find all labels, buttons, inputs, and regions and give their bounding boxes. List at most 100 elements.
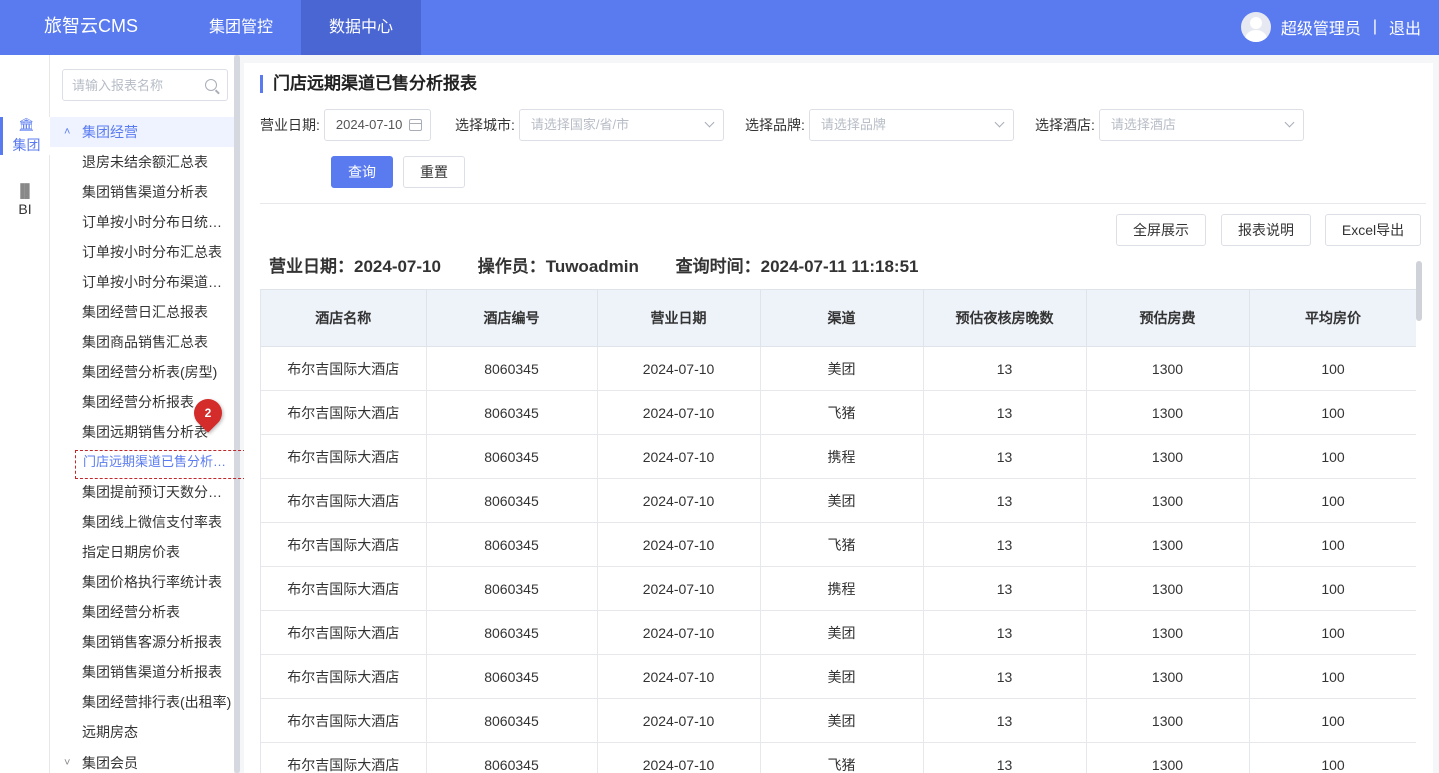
- excel-export-button[interactable]: Excel导出: [1325, 214, 1421, 246]
- sidebar-item[interactable]: 指定日期房价表: [50, 537, 234, 567]
- table-cell: 100: [1249, 522, 1416, 567]
- info-query-time: 查询时间：2024-07-11 11:18:51: [675, 257, 919, 276]
- avatar[interactable]: [1240, 12, 1271, 42]
- table-row[interactable]: 布尔吉国际大酒店 8060345 2024-07-10 美团 13 1300 100: [261, 346, 1416, 391]
- city-select[interactable]: 请选择国家/省/市: [518, 109, 724, 141]
- sidebar-item[interactable]: 集团销售渠道分析表: [50, 177, 234, 207]
- sidebar-item[interactable]: 集团商品销售汇总表: [50, 327, 234, 357]
- brand-label: 选择品牌:: [745, 117, 805, 133]
- table-row[interactable]: 布尔吉国际大酒店 8060345 2024-07-10 携程 13 1300 100: [261, 566, 1416, 611]
- page-title: 门店远期渠道已售分析报表: [260, 75, 477, 93]
- table-cell: 1300: [1086, 346, 1250, 391]
- table-cell: 1300: [1086, 698, 1250, 743]
- info-date: 营业日期：2024-07-10: [269, 257, 441, 276]
- table-cell: 2024-07-10: [597, 390, 761, 435]
- search-icon[interactable]: [205, 79, 217, 91]
- hotel-select[interactable]: 请选择酒店: [1098, 109, 1304, 141]
- sidebar-item[interactable]: 集团销售客源分析报表: [50, 627, 234, 657]
- group-member[interactable]: ˅ 集团会员: [50, 748, 234, 773]
- brand-logo[interactable]: 旅智云CMS: [44, 15, 138, 37]
- main-panel: 门店远期渠道已售分析报表 营业日期: 2024-07-10 选择城市: 请选择国…: [244, 63, 1433, 773]
- table-cell: 美团: [760, 478, 924, 523]
- city-placeholder: 请选择国家/省/市: [530, 117, 630, 132]
- table-row[interactable]: 布尔吉国际大酒店 8060345 2024-07-10 飞猪 13 1300 100: [261, 522, 1416, 567]
- table-row[interactable]: 布尔吉国际大酒店 8060345 2024-07-10 携程 13 1300 100: [261, 434, 1416, 479]
- column-header[interactable]: 酒店编号: [426, 289, 598, 347]
- table-row[interactable]: 布尔吉国际大酒店 8060345 2024-07-10 美团 13 1300 100: [261, 478, 1416, 523]
- table-cell: 100: [1249, 346, 1416, 391]
- fullscreen-button[interactable]: 全屏展示: [1116, 214, 1206, 246]
- table-cell: 1300: [1086, 434, 1250, 479]
- sidebar-item[interactable]: 订单按小时分布日统计表: [50, 207, 234, 237]
- date-filter: 营业日期: 2024-07-10: [260, 109, 431, 141]
- rail-item-bi[interactable]: ▐▌ BI: [0, 183, 50, 217]
- sidebar-scrollbar[interactable]: [234, 55, 240, 773]
- sidebar-item[interactable]: 集团线上微信支付率表: [50, 507, 234, 537]
- logout-link[interactable]: 退出: [1389, 15, 1421, 39]
- table-cell: 布尔吉国际大酒店: [261, 478, 427, 523]
- highlight-annotation: [75, 450, 246, 479]
- info-operator: 操作员：Tuwoadmin: [477, 257, 639, 276]
- table-cell: 13: [923, 522, 1087, 567]
- table-cell: 1300: [1086, 522, 1250, 567]
- table-cell: 飞猪: [760, 742, 924, 773]
- table-cell: 13: [923, 654, 1087, 699]
- table-cell: 美团: [760, 610, 924, 655]
- sidebar-item[interactable]: 订单按小时分布渠道统计表: [50, 267, 234, 297]
- sidebar-item[interactable]: 集团经营分析表(房型): [50, 357, 234, 387]
- nav-data-center[interactable]: 数据中心: [301, 0, 421, 55]
- table-cell: 13: [923, 698, 1087, 743]
- brand-select[interactable]: 请选择品牌: [808, 109, 1014, 141]
- report-search-input[interactable]: [63, 70, 193, 100]
- divider: [260, 203, 1426, 204]
- table-cell: 2024-07-10: [597, 346, 761, 391]
- sidebar-item[interactable]: 集团提前预订天数分析表: [50, 477, 234, 507]
- table-cell: 100: [1249, 566, 1416, 611]
- table-cell: 2024-07-10: [597, 742, 761, 773]
- column-header[interactable]: 酒店名称: [261, 289, 427, 347]
- table-row[interactable]: 布尔吉国际大酒店 8060345 2024-07-10 飞猪 13 1300 100: [261, 390, 1416, 435]
- date-value: 2024-07-10: [335, 117, 403, 132]
- column-header[interactable]: 渠道: [760, 289, 924, 347]
- scrollbar-thumb[interactable]: [234, 55, 240, 773]
- column-header[interactable]: 平均房价: [1249, 289, 1416, 347]
- table-cell: 100: [1249, 742, 1416, 773]
- table-row[interactable]: 布尔吉国际大酒店 8060345 2024-07-10 美团 13 1300 100: [261, 654, 1416, 699]
- table-cell: 布尔吉国际大酒店: [261, 610, 427, 655]
- user-area: 超级管理员 | 退出: [1240, 12, 1421, 42]
- sidebar-item[interactable]: 远期房态: [50, 717, 234, 747]
- sidebar-item[interactable]: 集团销售渠道分析报表: [50, 657, 234, 687]
- table-cell: 100: [1249, 698, 1416, 743]
- table-cell: 8060345: [426, 654, 598, 699]
- rail-item-label: BI: [18, 201, 32, 217]
- table-cell: 2024-07-10: [597, 654, 761, 699]
- table-row[interactable]: 布尔吉国际大酒店 8060345 2024-07-10 美团 13 1300 100: [261, 610, 1416, 655]
- column-header[interactable]: 营业日期: [597, 289, 761, 347]
- table-row[interactable]: 布尔吉国际大酒店 8060345 2024-07-10 美团 13 1300 100: [261, 698, 1416, 743]
- sidebar-item[interactable]: 集团经营分析表: [50, 597, 234, 627]
- query-button[interactable]: 查询: [331, 156, 393, 188]
- table-row[interactable]: 布尔吉国际大酒店 8060345 2024-07-10 飞猪 13 1300 100: [261, 742, 1416, 773]
- table-cell: 13: [923, 346, 1087, 391]
- column-header[interactable]: 预估房费: [1086, 289, 1250, 347]
- city-filter: 选择城市: 请选择国家/省/市: [455, 109, 724, 141]
- reset-button[interactable]: 重置: [403, 156, 465, 188]
- table-scrollbar[interactable]: [1416, 261, 1422, 321]
- column-header[interactable]: 预估夜核房晚数: [923, 289, 1087, 347]
- module-rail: 🏛︎ 集团 ▐▌ BI: [0, 55, 50, 773]
- sidebar-item[interactable]: 集团经营日汇总报表: [50, 297, 234, 327]
- nav-group-control[interactable]: 集团管控: [181, 0, 301, 55]
- date-picker[interactable]: 2024-07-10: [323, 109, 431, 141]
- user-name[interactable]: 超级管理员: [1281, 15, 1361, 39]
- date-label: 营业日期:: [260, 117, 320, 133]
- chevron-down-icon: [994, 117, 1005, 128]
- report-explain-button[interactable]: 报表说明: [1221, 214, 1311, 246]
- rail-item-group[interactable]: 🏛︎ 集团: [0, 117, 50, 155]
- sidebar-item[interactable]: 退房未结余额汇总表: [50, 147, 234, 177]
- sidebar-item[interactable]: 集团经营排行表(出租率): [50, 687, 234, 717]
- group-business[interactable]: ˄ 集团经营: [50, 117, 234, 147]
- table-cell: 布尔吉国际大酒店: [261, 522, 427, 567]
- sidebar-item[interactable]: 订单按小时分布汇总表: [50, 237, 234, 267]
- report-search: [62, 69, 228, 101]
- sidebar-item[interactable]: 集团价格执行率统计表: [50, 567, 234, 597]
